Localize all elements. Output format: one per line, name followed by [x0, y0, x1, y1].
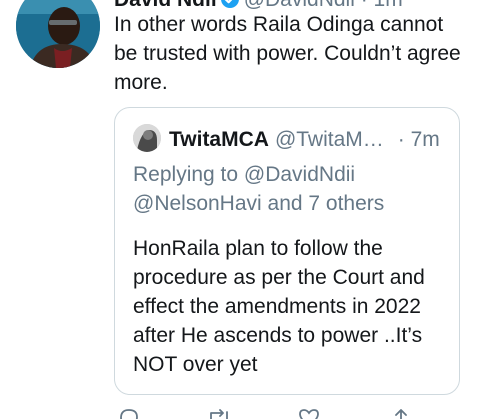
quoted-tweet-header: TwitaMCA @TwitaM… · 7m	[133, 124, 440, 152]
quoted-tweet-timestamp: · 7m	[397, 128, 440, 151]
tweet-text: In other words Raila Odinga cannot be tr…	[114, 13, 461, 94]
reply-icon[interactable]	[118, 408, 140, 419]
quoted-replying-to: Replying to @DavidNdii @NelsonHavi and 7…	[133, 163, 385, 215]
quoted-tweet-card[interactable]: TwitaMCA @TwitaM… · 7m Replying to @DavidN…	[114, 107, 460, 395]
share-icon[interactable]	[390, 408, 412, 419]
retweet-icon[interactable]	[206, 408, 232, 419]
quoted-author-avatar	[133, 124, 161, 152]
author-avatar[interactable]	[16, 0, 100, 68]
tweet-screen: David Ndii@DavidNdii · 1m In other words…	[0, 0, 480, 419]
quoted-tweet-text: HonRaila plan to follow the procedure as…	[133, 237, 425, 376]
quoted-author-handle: @TwitaM…	[274, 128, 384, 151]
like-icon[interactable]	[298, 408, 320, 419]
tweet-actions	[114, 408, 474, 419]
quoted-author-name: TwitaMCA	[169, 128, 269, 151]
